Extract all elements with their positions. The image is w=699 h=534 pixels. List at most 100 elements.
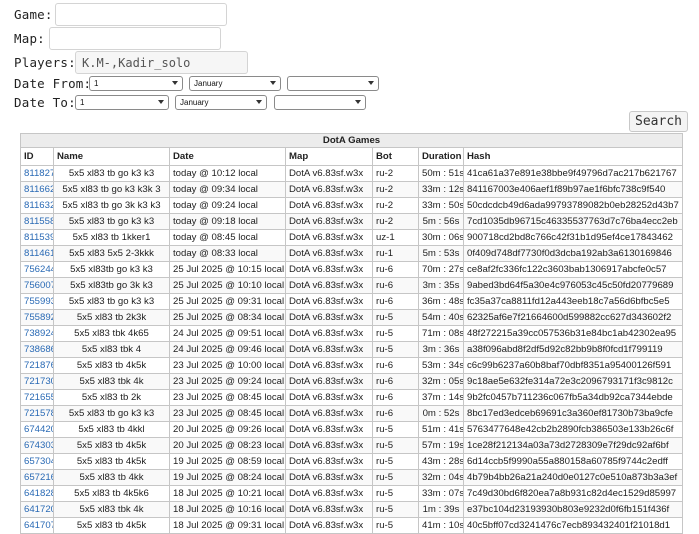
cell-game-date: 25 Jul 2025 @ 10:10 local — [169, 277, 286, 294]
cell-game-bot: ru-5 — [372, 437, 419, 454]
from-day-value: 1 — [94, 79, 99, 88]
cell-game-id-link: 641828 — [20, 485, 54, 502]
cell-game-date: today @ 10:12 local — [169, 165, 286, 182]
chevron-down-icon — [172, 81, 178, 85]
from-month-select[interactable]: January — [189, 76, 281, 91]
game-id-link[interactable]: 674303 — [24, 440, 53, 451]
cell-game-bot: ru-5 — [372, 421, 419, 438]
cell-game-name: 5x5 xl83 tb 4k5k6 — [53, 485, 170, 502]
map-input[interactable] — [49, 27, 221, 50]
game-id-link[interactable]: 811827 — [24, 168, 53, 179]
game-id-link[interactable]: 641707 — [24, 520, 53, 531]
cell-game-map: DotA v6.83sf.w3x — [285, 213, 373, 230]
cell-game-hash: 1ce28f212134a03a73d2728309e7f29dc92af6bf — [462, 437, 684, 454]
table-row: 674420 5x5 xl83 tb 4kkl 20 Jul 2025 @ 09:2… — [20, 421, 684, 438]
cell-game-map: DotA v6.83sf.w3x — [285, 341, 373, 358]
game-id-link[interactable]: 721655 — [24, 392, 53, 403]
cell-game-bot: ru-6 — [372, 389, 419, 406]
game-id-link[interactable]: 755892 — [24, 312, 53, 323]
from-day-select[interactable]: 1 — [89, 76, 183, 91]
cell-game-id-link: 721655 — [20, 389, 54, 406]
cell-game-duration: 33m : 50s — [418, 197, 464, 214]
game-id-link[interactable]: 811539 — [24, 232, 53, 243]
players-input[interactable] — [75, 51, 248, 74]
table-row: 811461 5x5 xl83 5x5 2-3kkk today @ 08:33 l… — [20, 245, 684, 262]
table-row: 811827 5x5 xl83 tb go k3 k3 today @ 10:12 … — [20, 165, 684, 182]
game-id-link[interactable]: 738686 — [24, 344, 53, 355]
cell-game-date: 19 Jul 2025 @ 08:59 local — [169, 453, 286, 470]
cell-game-duration: 5m : 53s — [418, 245, 464, 262]
cell-game-id-link: 811558 — [20, 213, 54, 230]
game-id-link[interactable]: 811461 — [24, 248, 53, 259]
game-id-link[interactable]: 811662 — [24, 184, 53, 195]
cell-game-id-link: 721730 — [20, 373, 54, 390]
cell-game-name: 5x5 xl83 tb 1kker1 — [53, 229, 170, 246]
date-from-label: Date From: — [14, 76, 92, 91]
game-id-link[interactable]: 641720 — [24, 504, 53, 515]
cell-game-date: 18 Jul 2025 @ 10:21 local — [169, 485, 286, 502]
cell-game-map: DotA v6.83sf.w3x — [285, 373, 373, 390]
cell-game-map: DotA v6.83sf.w3x — [285, 469, 373, 486]
game-id-link[interactable]: 657304 — [24, 456, 53, 467]
table-caption: DotA Games — [19, 133, 684, 148]
game-id-link[interactable]: 641828 — [24, 488, 53, 499]
cell-game-id-link: 756007 — [20, 277, 54, 294]
game-id-link[interactable]: 756007 — [24, 280, 53, 291]
game-id-link[interactable]: 674420 — [24, 424, 53, 435]
cell-game-hash: 48f272215a39cc057536b31e84bc1ab42302ea95 — [462, 325, 684, 342]
cell-game-duration: 54m : 40s — [418, 309, 464, 326]
game-id-link[interactable]: 811632 — [24, 200, 53, 211]
to-day-select[interactable]: 1 — [75, 95, 169, 110]
cell-game-bot: ru-6 — [372, 405, 419, 422]
cell-game-map: DotA v6.83sf.w3x — [285, 181, 373, 198]
cell-game-hash: 9c18ae5e632fe314a72e3c2096793171f3c9812c — [462, 373, 684, 390]
game-id-link[interactable]: 657216 — [24, 472, 53, 483]
from-year-select[interactable] — [287, 76, 379, 91]
cell-game-id-link: 811539 — [20, 229, 54, 246]
game-id-link[interactable]: 756244 — [24, 264, 53, 275]
cell-game-map: DotA v6.83sf.w3x — [285, 277, 373, 294]
cell-game-name: 5x5 xl83 tb 2k3k — [53, 309, 170, 326]
cell-game-map: DotA v6.83sf.w3x — [285, 245, 373, 262]
cell-game-date: 20 Jul 2025 @ 08:23 local — [169, 437, 286, 454]
to-year-select[interactable] — [274, 95, 366, 110]
table-row: 738924 5x5 xl83 tbk 4k65 24 Jul 2025 @ 09:… — [20, 325, 684, 342]
cell-game-bot: ru-1 — [372, 245, 419, 262]
table-row: 811662 5x5 xl83 tb go k3 k3k 3 today @ 09:… — [20, 181, 684, 198]
cell-game-name: 5x5 xl83tb go 3k k3 — [53, 277, 170, 294]
cell-game-date: 20 Jul 2025 @ 09:26 local — [169, 421, 286, 438]
cell-game-bot: ru-5 — [372, 501, 419, 518]
game-id-link[interactable]: 755993 — [24, 296, 53, 307]
cell-game-id-link: 641720 — [20, 501, 54, 518]
cell-game-hash: 9b2fc0457b711236c067fb5a34db92ca7344ebde — [462, 389, 684, 406]
cell-game-hash: 5763477648e42cb2b2890fcb386503e133b26c6f — [462, 421, 684, 438]
cell-game-bot: ru-6 — [372, 293, 419, 310]
game-id-link[interactable]: 811558 — [24, 216, 53, 227]
cell-game-name: 5x5 xl83 tb 4k5k — [53, 357, 170, 374]
game-id-link[interactable]: 738924 — [24, 328, 53, 339]
cell-game-duration: 41m : 10s — [418, 517, 464, 534]
date-to-label: Date To: — [14, 95, 76, 110]
cell-game-bot: ru-6 — [372, 277, 419, 294]
game-id-link[interactable]: 721578 — [24, 408, 53, 419]
game-input[interactable] — [55, 3, 227, 26]
cell-game-duration: 43m : 28s — [418, 453, 464, 470]
cell-game-bot: ru-6 — [372, 357, 419, 374]
table-row: 811632 5x5 xl83 tb go 3k k3 k3 today @ 09:… — [20, 197, 684, 214]
cell-game-hash: 0f409d748df7730f0d3dcba192ab3a6130169846 — [462, 245, 684, 262]
cell-game-map: DotA v6.83sf.w3x — [285, 485, 373, 502]
table-row: 641828 5x5 xl83 tb 4k5k6 18 Jul 2025 @ 10:… — [20, 485, 684, 502]
map-label: Map: — [14, 31, 45, 46]
cell-game-date: 23 Jul 2025 @ 08:45 local — [169, 389, 286, 406]
to-month-select[interactable]: January — [175, 95, 267, 110]
cell-game-name: 5x5 xl83 tb 4k5k — [53, 517, 170, 534]
cell-game-map: DotA v6.83sf.w3x — [285, 293, 373, 310]
game-id-link[interactable]: 721876 — [24, 360, 53, 371]
game-id-link[interactable]: 721730 — [24, 376, 53, 387]
cell-game-name: 5x5 xl83 tbk 4k — [53, 373, 170, 390]
cell-game-date: 25 Jul 2025 @ 10:15 local — [169, 261, 286, 278]
search-button[interactable]: Search — [629, 111, 688, 132]
cell-game-bot: ru-2 — [372, 165, 419, 182]
cell-game-map: DotA v6.83sf.w3x — [285, 389, 373, 406]
col-header-date: Date — [169, 147, 286, 166]
